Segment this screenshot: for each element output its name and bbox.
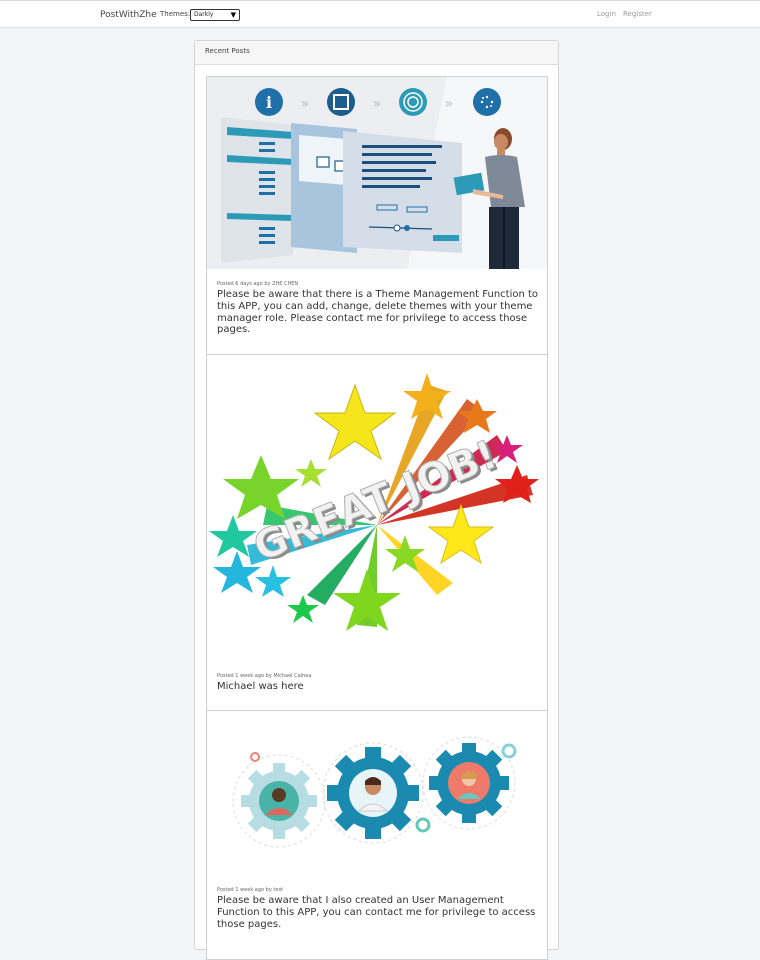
chevron-down-icon: ▼ [230, 11, 236, 19]
login-link[interactable]: Login [597, 10, 616, 18]
post-image-theme-management[interactable]: i » » » [207, 77, 547, 269]
post-image-great-job[interactable]: GREAT JOB! GREAT JOB! [207, 355, 547, 660]
top-navbar: PostWithZhe Themes: Darkly ▼ Login Regis… [0, 0, 760, 28]
post-item[interactable]: GREAT JOB! GREAT JOB! Posted 1 week ago … [206, 354, 548, 711]
post-meta: Posted 6 days ago by ZHE CHEN [217, 281, 299, 287]
svg-text:i: i [266, 93, 272, 112]
theme-select-value: Darkly [194, 11, 214, 18]
post-meta: Posted 1 week ago by test [217, 887, 284, 893]
svg-text:»: » [373, 96, 382, 112]
post-image-user-gears[interactable] [207, 711, 547, 876]
post-item[interactable]: Posted 1 week ago by test Please be awar… [206, 710, 548, 960]
card-header: Recent Posts [195, 41, 558, 65]
register-link[interactable]: Register [623, 10, 652, 18]
brand-link[interactable]: PostWithZhe [100, 10, 157, 20]
theme-select[interactable]: Darkly ▼ [190, 9, 240, 21]
post-meta: Posted 1 week ago by Michael Calnea [217, 673, 312, 679]
post-item[interactable]: i » » » Posted 6 days ago by ZHE CHEN Pl… [206, 76, 548, 355]
post-text: Please be aware that there is a Theme Ma… [217, 289, 539, 336]
themes-label: Themes: [160, 10, 191, 18]
post-text: Michael was here [217, 681, 304, 692]
post-text: Please be aware that I also created an U… [217, 895, 536, 930]
recent-posts-card: Recent Posts i » » » Posted 6 days ago b… [194, 40, 559, 960]
svg-text:»: » [301, 96, 310, 112]
svg-text:»: » [445, 96, 454, 112]
